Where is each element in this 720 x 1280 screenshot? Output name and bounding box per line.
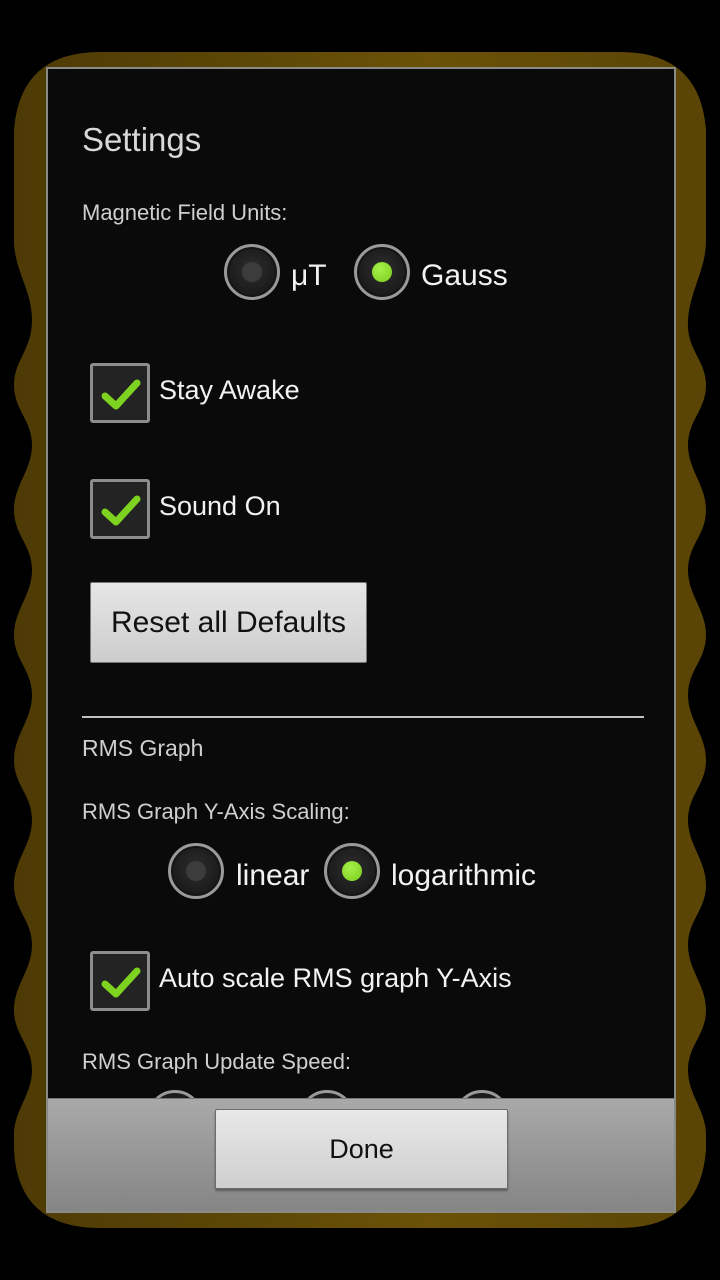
radio-linear-label[interactable]: linear [236,859,309,893]
units-label: Magnetic Field Units: [82,200,288,225]
stay-awake-checkbox[interactable] [90,363,150,423]
checkmark-icon [101,967,141,998]
radio-indicator [342,861,362,881]
settings-scroll-area[interactable]: Settings Magnetic Field Units: μT Gauss … [48,69,674,1103]
sound-on-checkbox[interactable] [90,479,150,539]
stay-awake-label[interactable]: Stay Awake [159,375,300,406]
radio-indicator [186,861,206,881]
radio-indicator [242,262,262,282]
radio-ut[interactable] [224,244,280,300]
y-axis-scaling-label: RMS Graph Y-Axis Scaling: [82,799,350,824]
done-button[interactable]: Done [215,1109,508,1189]
checkmark-icon [101,379,141,410]
checkmark-icon [101,495,141,526]
auto-scale-checkbox[interactable] [90,951,150,1011]
dialog-footer: Done [48,1098,674,1211]
radio-gauss[interactable] [354,244,410,300]
rms-graph-section-header: RMS Graph [82,735,204,761]
reset-defaults-button[interactable]: Reset all Defaults [90,582,367,663]
settings-dialog: Settings Magnetic Field Units: μT Gauss … [46,67,676,1213]
radio-logarithmic-label[interactable]: logarithmic [391,859,536,893]
auto-scale-label[interactable]: Auto scale RMS graph Y-Axis [159,963,512,994]
radio-logarithmic[interactable] [324,843,380,899]
radio-gauss-label[interactable]: Gauss [421,259,508,293]
update-speed-label: RMS Graph Update Speed: [82,1049,352,1074]
sound-on-label[interactable]: Sound On [159,491,281,522]
radio-indicator [372,262,392,282]
section-divider [82,716,644,718]
radio-linear[interactable] [168,843,224,899]
dialog-title: Settings [82,121,202,158]
radio-ut-label[interactable]: μT [291,259,327,293]
